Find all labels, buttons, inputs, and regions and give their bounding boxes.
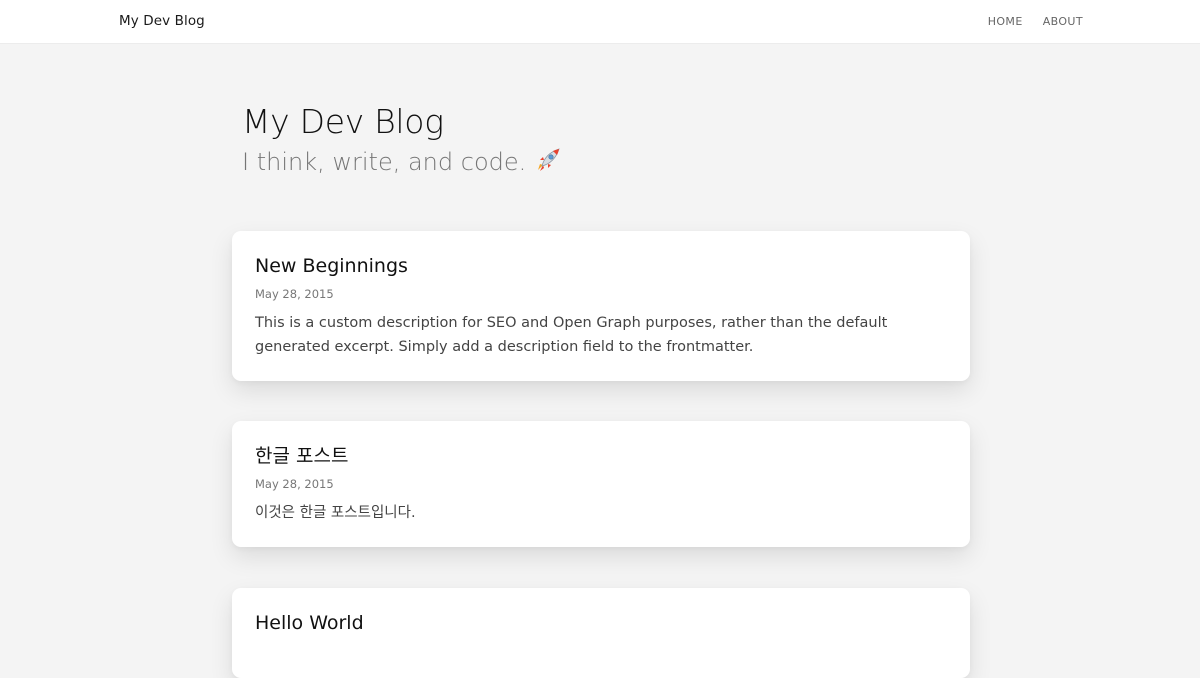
post-title-link[interactable]: Hello World	[255, 610, 947, 636]
nav-home-link[interactable]: HOME	[988, 15, 1023, 28]
nav-links: HOME ABOUT	[988, 15, 1083, 28]
top-navbar: My Dev Blog HOME ABOUT	[0, 0, 1200, 43]
post-title-link[interactable]: 한글 포스트	[255, 443, 947, 469]
page-subtitle: I think, write, and code.	[242, 144, 562, 180]
post-title-link[interactable]: New Beginnings	[255, 253, 947, 279]
page-title: My Dev Blog	[242, 102, 444, 141]
post-date: May 28, 2015	[255, 477, 334, 491]
subtitle-text: I think, write, and code.	[242, 148, 527, 176]
post-card[interactable]: 한글 포스트 May 28, 2015 이것은 한글 포스트입니다.	[232, 421, 970, 547]
hero: My Dev Blog I think, write, and code.	[242, 100, 562, 180]
post-description: 이것은 한글 포스트입니다.	[255, 505, 416, 521]
post-card[interactable]: New Beginnings May 28, 2015 This is a cu…	[232, 231, 970, 381]
rocket-icon	[534, 146, 562, 174]
post-description: This is a custom description for SEO and…	[255, 315, 888, 355]
post-card[interactable]: Hello World	[232, 588, 970, 678]
nav-about-link[interactable]: ABOUT	[1043, 15, 1083, 28]
brand-link[interactable]: My Dev Blog	[119, 13, 205, 29]
post-date: May 28, 2015	[255, 287, 334, 301]
